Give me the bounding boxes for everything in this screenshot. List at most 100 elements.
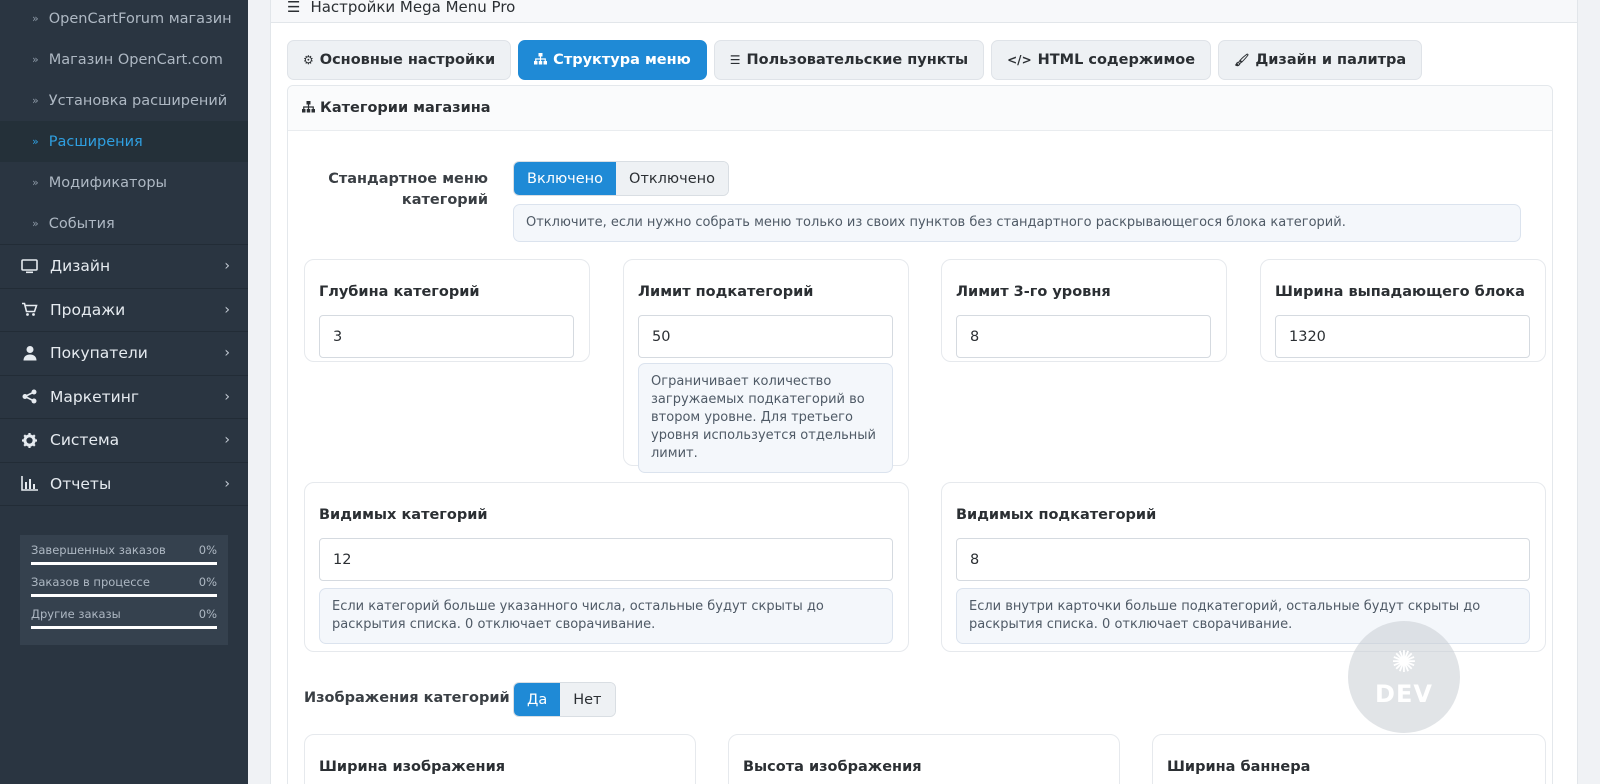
field-category-depth: Глубина категорий 3 xyxy=(304,259,590,362)
sidebar-item-label: Установка расширений xyxy=(48,92,228,109)
list-icon: ☰ xyxy=(729,53,741,67)
subcategory-limit-input[interactable]: 50 xyxy=(638,315,893,358)
panel-title: Настройки Mega Menu Pro xyxy=(310,0,516,16)
stat-completed-orders: Завершенных заказов 0% xyxy=(31,543,217,565)
tab-label: HTML содержимое xyxy=(1037,52,1196,68)
stat-other-orders: Другие заказы 0% xyxy=(31,607,217,629)
tab-label: Структура меню xyxy=(553,52,691,68)
card-title: Категории магазина xyxy=(320,100,491,116)
sidebar-item-modifications[interactable]: » Модификаторы xyxy=(0,162,248,203)
field-image-width: Ширина изображения xyxy=(304,734,696,784)
field-label: Глубина категорий xyxy=(319,284,480,300)
user-icon xyxy=(21,345,38,362)
tab-menu-structure[interactable]: Структура меню xyxy=(518,40,707,80)
visible-categories-input[interactable]: 12 xyxy=(319,538,893,581)
stat-value: 0% xyxy=(198,575,217,589)
stat-label: Завершенных заказов xyxy=(31,543,166,557)
field-label: Ширина выпадающего блока xyxy=(1275,284,1525,300)
field-label: Лимит 3-го уровня xyxy=(956,284,1111,300)
sidebar-item-label: Дизайн xyxy=(50,257,111,276)
chevron-right-icon: › xyxy=(224,345,230,362)
sidebar-item-label: Модификаторы xyxy=(48,174,167,191)
double-chevron-icon: » xyxy=(32,53,39,66)
sidebar-item-opencart-store[interactable]: » Магазин OpenCart.com xyxy=(0,39,248,80)
menu-icon: ☰ xyxy=(287,0,301,16)
sidebar-item-install-extensions[interactable]: » Установка расширений xyxy=(0,80,248,121)
subcategory-limit-hint: Ограничивает количество загружаемых подк… xyxy=(638,363,893,473)
tab-html-content[interactable]: </> HTML содержимое xyxy=(991,40,1212,80)
sidebar-item-label: Покупатели xyxy=(50,344,148,363)
progress-bar xyxy=(31,594,217,597)
stat-processing-orders: Заказов в процессе 0% xyxy=(31,575,217,597)
standard-menu-label: Стандартное меню категорий xyxy=(328,171,488,208)
sidebar-item-label: События xyxy=(48,215,115,232)
sidebar-item-label: Расширения xyxy=(48,133,143,150)
level3-limit-input[interactable]: 8 xyxy=(956,315,1211,358)
watermark-text: DEV xyxy=(1375,680,1433,708)
share-icon xyxy=(21,388,38,405)
crab-icon: ✺ xyxy=(1391,645,1417,680)
sidebar-item-label: Система xyxy=(50,431,120,450)
category-images-yes-button[interactable]: Да xyxy=(514,683,561,716)
tab-general-settings[interactable]: ⚙ Основные настройки xyxy=(287,40,512,80)
monitor-icon xyxy=(21,258,38,275)
double-chevron-icon: » xyxy=(32,135,39,148)
sidebar-item-events[interactable]: » События xyxy=(0,203,248,244)
tab-custom-items[interactable]: ☰ Пользовательские пункты xyxy=(713,40,985,80)
dev-watermark: ✺ DEV xyxy=(1348,621,1460,733)
tab-label: Дизайн и палитра xyxy=(1255,52,1407,68)
double-chevron-icon: » xyxy=(32,94,39,107)
standard-menu-hint: Отключите, если нужно собрать меню тольк… xyxy=(513,204,1521,242)
sidebar-item-label: OpenCartForum магазин xyxy=(48,10,232,27)
field-dropdown-width: Ширина выпадающего блока 1320 xyxy=(1260,259,1546,362)
category-depth-input[interactable]: 3 xyxy=(319,315,574,358)
card-header: Категории магазина xyxy=(288,86,1552,131)
progress-fill xyxy=(31,594,217,597)
sidebar-item-sales[interactable]: Продажи › xyxy=(0,287,248,332)
sitemap-icon xyxy=(302,100,315,116)
sidebar-item-system[interactable]: Система › xyxy=(0,418,248,462)
field-subcategory-limit: Лимит подкатегорий 50 Ограничивает колич… xyxy=(623,259,909,473)
progress-fill xyxy=(31,626,217,629)
field-label: Ширина баннера xyxy=(1167,759,1311,775)
field-label: Видимых подкатегорий xyxy=(956,507,1157,523)
field-label: Видимых категорий xyxy=(319,507,488,523)
category-images-no-button[interactable]: Нет xyxy=(560,683,615,716)
visible-categories-hint: Если категорий больше указанного числа, … xyxy=(319,588,893,644)
sidebar-item-design[interactable]: Дизайн › xyxy=(0,244,248,288)
standard-menu-disabled-button[interactable]: Отключено xyxy=(616,162,728,195)
standard-menu-toggle: Включено Отключено xyxy=(513,161,729,196)
tab-design-palette[interactable]: 🖌 Дизайн и палитра xyxy=(1218,40,1423,80)
sidebar-item-opencartforum[interactable]: » OpenCartForum магазин xyxy=(0,0,248,39)
field-banner-width: Ширина баннера xyxy=(1152,734,1546,784)
field-visible-subcategories: Видимых подкатегорий 8 Если внутри карто… xyxy=(941,482,1546,652)
sidebar-item-marketing[interactable]: Маркетинг › xyxy=(0,374,248,419)
chevron-right-icon: › xyxy=(224,301,230,318)
standard-menu-enabled-button[interactable]: Включено xyxy=(514,162,617,195)
chevron-right-icon: › xyxy=(224,432,230,449)
sidebar-item-customers[interactable]: Покупатели › xyxy=(0,331,248,375)
stat-value: 0% xyxy=(198,543,217,557)
panel-header: ☰ Настройки Mega Menu Pro xyxy=(271,0,1577,23)
field-image-height: Высота изображения xyxy=(728,734,1120,784)
code-icon: </> xyxy=(1007,53,1032,67)
sidebar-item-reports[interactable]: Отчеты › xyxy=(0,461,248,506)
dropdown-width-input[interactable]: 1320 xyxy=(1275,315,1530,358)
category-images-toggle: Да Нет xyxy=(513,682,616,717)
gear-icon xyxy=(21,432,38,449)
stat-label: Другие заказы xyxy=(31,607,121,621)
brush-icon: 🖌 xyxy=(1234,53,1250,67)
double-chevron-icon: » xyxy=(32,176,39,189)
stat-value: 0% xyxy=(198,607,217,621)
progress-bar xyxy=(31,626,217,629)
sidebar-item-label: Продажи xyxy=(50,300,126,319)
sidebar-item-extensions[interactable]: » Расширения xyxy=(0,121,248,162)
order-stats: Завершенных заказов 0% Заказов в процесс… xyxy=(20,535,228,645)
stat-label: Заказов в процессе xyxy=(31,575,150,589)
bar-chart-icon xyxy=(21,475,38,492)
sidebar-item-label: Магазин OpenCart.com xyxy=(48,51,223,68)
field-label: Лимит подкатегорий xyxy=(638,284,814,300)
field-level3-limit: Лимит 3-го уровня 8 xyxy=(941,259,1227,362)
tab-label: Основные настройки xyxy=(319,52,496,68)
visible-subcategories-input[interactable]: 8 xyxy=(956,538,1530,581)
